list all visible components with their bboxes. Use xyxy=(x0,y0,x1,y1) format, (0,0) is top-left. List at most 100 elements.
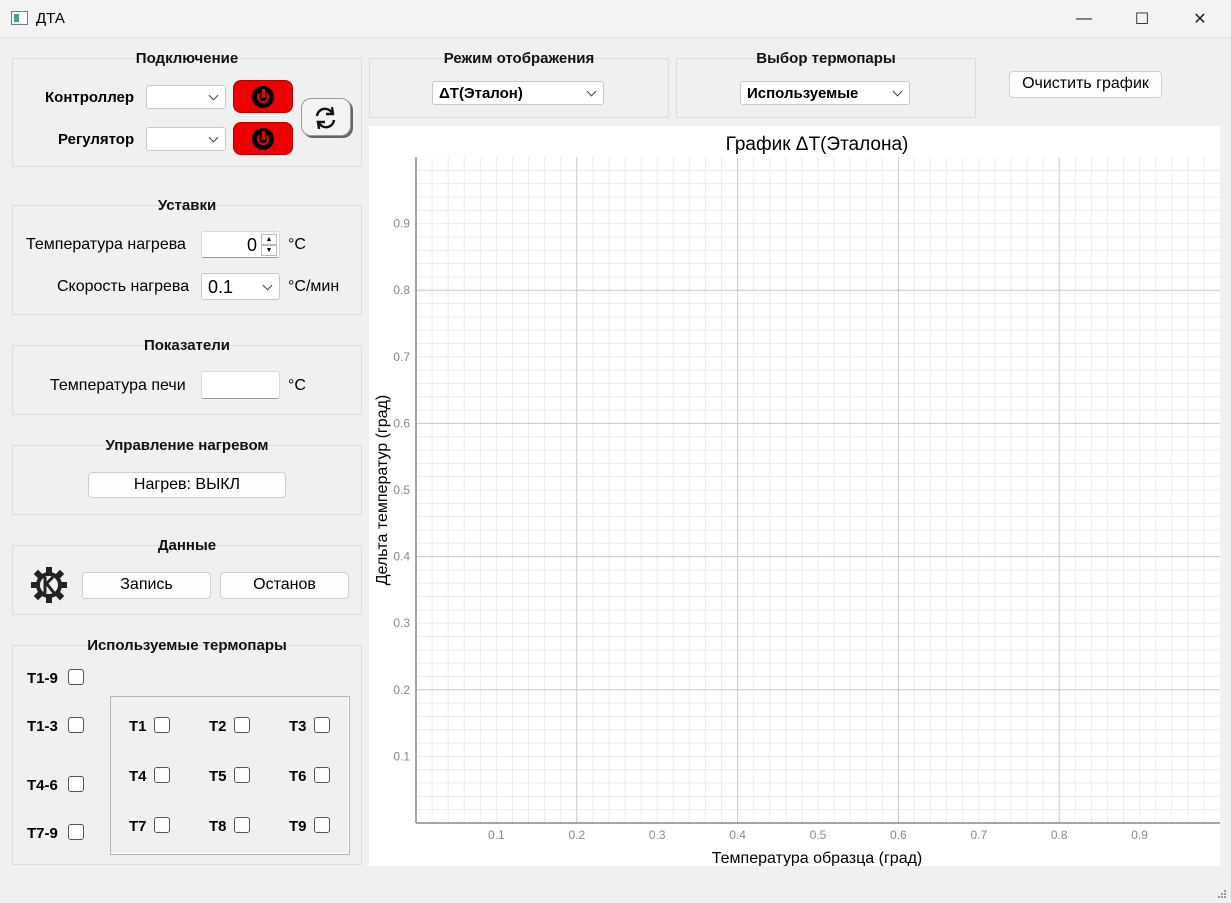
furnace-temp-label: Температура печи xyxy=(50,377,186,394)
x-tick-label: 0.8 xyxy=(1051,828,1068,842)
heat-rate-value: 0.1 xyxy=(208,277,234,297)
tc-item-label: T5 xyxy=(209,768,227,785)
record-button[interactable]: Запись xyxy=(82,572,211,599)
power-icon xyxy=(252,85,274,108)
tc-select-title: Выбор термопары xyxy=(756,50,896,67)
tc-group-label: T1-9 xyxy=(27,670,58,687)
close-button[interactable]: ✕ xyxy=(1171,0,1229,38)
x-tick-label: 0.9 xyxy=(1131,828,1148,842)
y-tick-label: 0.2 xyxy=(393,683,410,697)
stop-button[interactable]: Останов xyxy=(220,572,349,599)
tc-item-label: T9 xyxy=(289,818,307,835)
display-mode-value: ΔT(Эталон) xyxy=(439,85,523,102)
tc-group-checkbox[interactable] xyxy=(68,669,84,685)
heat-temp-spinbox[interactable]: 0 ▲ ▼ xyxy=(201,231,280,258)
x-tick-label: 0.6 xyxy=(890,828,907,842)
power-icon xyxy=(252,127,274,150)
setpoints-group xyxy=(12,205,362,315)
y-axis-label: Дельта температур (град) xyxy=(374,395,391,585)
controller-select[interactable] xyxy=(146,85,226,109)
chart-svg: График ΔT(Эталона) 0.1 0.2 0.3 0.4 0.5 0.6 0.7… xyxy=(374,134,1220,867)
clear-chart-button[interactable]: Очистить график xyxy=(1009,71,1162,98)
spin-down-icon[interactable]: ▼ xyxy=(261,245,277,256)
close-icon: ✕ xyxy=(1193,11,1207,28)
furnace-temp-unit: °C xyxy=(288,377,306,394)
chart-title: График ΔT(Эталона) xyxy=(726,134,909,155)
display-mode-select[interactable]: ΔT(Эталон) xyxy=(432,81,604,105)
tc-group-label: T4-6 xyxy=(27,777,58,794)
tc-item-label: T2 xyxy=(209,718,227,735)
heating-title: Управление нагревом xyxy=(105,437,269,454)
tc-group-checkbox[interactable] xyxy=(68,717,84,733)
heat-temp-value: 0 xyxy=(246,235,257,255)
tc-group-label: T1-3 xyxy=(27,718,58,735)
controller-label: Контроллер xyxy=(45,89,135,106)
tc-item-label: T1 xyxy=(129,718,147,735)
heat-temp-label: Температура нагрева xyxy=(26,236,186,253)
maximize-button[interactable]: ☐ xyxy=(1113,0,1171,38)
regulator-label: Регулятор xyxy=(58,131,135,148)
spin-up-icon[interactable]: ▲ xyxy=(261,234,277,245)
furnace-temp-field xyxy=(201,371,280,399)
tc-item-label: T6 xyxy=(289,768,307,785)
tc-item-checkbox[interactable] xyxy=(234,817,250,833)
controller-power-button[interactable] xyxy=(233,80,293,113)
refresh-icon xyxy=(315,106,336,130)
heating-toggle-button[interactable]: Нагрев: ВЫКЛ xyxy=(88,472,286,498)
x-axis-label: Температура образца (град) xyxy=(712,850,923,866)
window-title: ДТА xyxy=(36,10,65,27)
connection-title: Подключение xyxy=(135,50,239,67)
tc-item-checkbox[interactable] xyxy=(314,717,330,733)
chart-panel: График ΔT(Эталона) 0.1 0.2 0.3 0.4 0.5 0.6 0.7… xyxy=(369,126,1220,867)
y-tick-label: 0.7 xyxy=(393,350,410,364)
regulator-select[interactable] xyxy=(146,127,226,151)
setpoints-title: Уставки xyxy=(157,197,217,214)
chevron-down-icon xyxy=(208,90,219,101)
thermocouples-title: Используемые термопары xyxy=(87,637,287,654)
y-tick-label: 0.3 xyxy=(393,616,410,630)
chevron-down-icon xyxy=(892,86,903,97)
y-tick-label: 0.1 xyxy=(393,749,410,763)
minimize-icon: — xyxy=(1076,10,1092,27)
x-tick-label: 0.7 xyxy=(970,828,987,842)
tc-item-label: T8 xyxy=(209,818,227,835)
x-tick-label: 0.2 xyxy=(568,828,585,842)
refresh-button[interactable] xyxy=(301,98,351,136)
x-tick-label: 0.3 xyxy=(649,828,666,842)
tc-item-checkbox[interactable] xyxy=(314,817,330,833)
x-tick-label: 0.1 xyxy=(488,828,505,842)
heat-rate-select[interactable]: 0.1 xyxy=(201,273,280,300)
indicators-title: Показатели xyxy=(143,337,230,354)
tc-item-label: T4 xyxy=(129,768,147,785)
y-tick-label: 0.9 xyxy=(393,217,410,231)
heat-rate-label: Скорость нагрева xyxy=(57,278,190,295)
tc-item-checkbox[interactable] xyxy=(234,767,250,783)
tc-group-checkbox[interactable] xyxy=(68,776,84,792)
tc-item-checkbox[interactable] xyxy=(154,717,170,733)
tc-item-checkbox[interactable] xyxy=(154,767,170,783)
title-bar: ДТА — ☐ ✕ xyxy=(0,0,1231,38)
tc-item-checkbox[interactable] xyxy=(234,717,250,733)
tc-select-value: Используемые xyxy=(747,85,859,102)
heat-rate-unit: °C/мин xyxy=(288,278,340,295)
minimize-button[interactable]: — xyxy=(1055,0,1113,38)
y-tick-label: 0.6 xyxy=(393,416,410,430)
y-tick-label: 0.5 xyxy=(393,483,410,497)
tc-item-checkbox[interactable] xyxy=(154,817,170,833)
app-icon xyxy=(11,11,28,25)
maximize-icon: ☐ xyxy=(1134,11,1150,28)
resize-grip-icon[interactable] xyxy=(1217,889,1227,899)
heat-temp-unit: °C xyxy=(288,236,306,253)
tc-group-label: T7-9 xyxy=(27,825,58,842)
regulator-power-button[interactable] xyxy=(233,122,293,155)
chevron-down-icon xyxy=(586,86,597,97)
chevron-down-icon xyxy=(262,280,273,291)
tc-group-checkbox[interactable] xyxy=(68,824,84,840)
display-mode-title: Режим отображения xyxy=(443,50,595,67)
y-tick-label: 0.4 xyxy=(393,550,410,564)
tc-select-select[interactable]: Используемые xyxy=(740,81,910,105)
tc-item-checkbox[interactable] xyxy=(314,767,330,783)
tc-item-label: T7 xyxy=(129,818,147,835)
kde-gear-icon xyxy=(30,566,68,604)
x-tick-label: 0.5 xyxy=(810,828,827,842)
